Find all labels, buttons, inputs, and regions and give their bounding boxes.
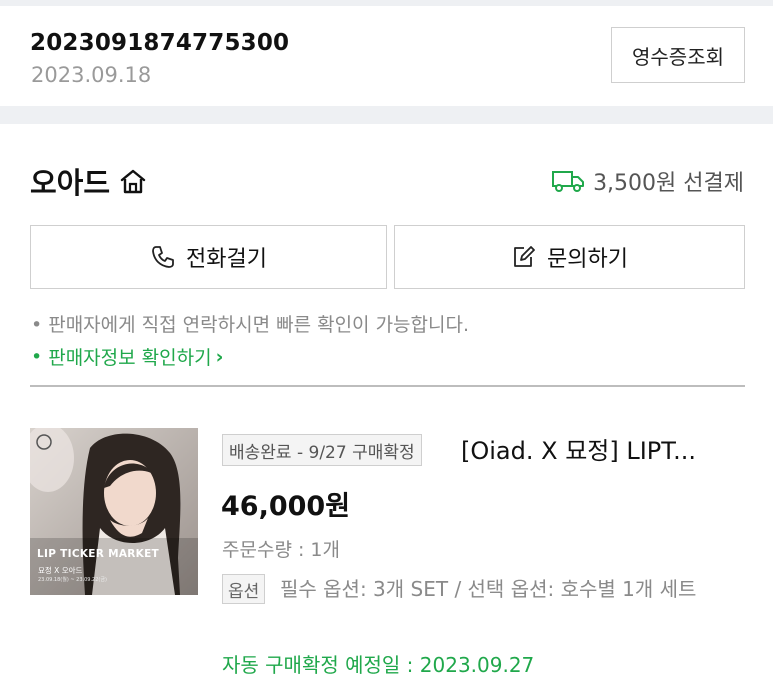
inquiry-button[interactable]: 문의하기 [394, 225, 745, 289]
product-title[interactable]: [Oiad. X 묘정] LIPT... [461, 434, 745, 468]
home-icon[interactable] [118, 166, 148, 196]
bullet: • [31, 345, 43, 368]
auto-confirm-date: 자동 구매확정 예정일 : 2023.09.27 [222, 653, 535, 677]
order-date: 2023.09.18 [31, 63, 152, 87]
order-quantity: 주문수량 : 1개 [222, 539, 340, 561]
image-date: 23.09.18(월) ~ 23.09.22(금) [38, 577, 107, 583]
seller-info-label: 판매자정보 확인하기 [48, 347, 212, 369]
store-name: 오아드 [30, 166, 111, 200]
product-thumbnail[interactable]: LIP TICKER MARKET 묘정 X 오아드 23.09.18(월) ~… [30, 428, 198, 595]
top-separator [0, 0, 773, 6]
seller-info-link[interactable]: • 판매자정보 확인하기 › [31, 343, 223, 370]
store-header[interactable]: 오아드 [30, 160, 148, 202]
section-separator [0, 106, 773, 124]
shipping-text: 3,500원 선결제 [593, 171, 744, 196]
delivery-status-badge: 배송완료 - 9/27 구매확정 [222, 434, 422, 466]
divider [30, 385, 745, 387]
shipping-fee: 3,500원 선결제 [551, 165, 744, 197]
product-price: 46,000원 [221, 491, 351, 522]
call-button[interactable]: 전화걸기 [30, 225, 387, 289]
call-label: 전화걸기 [186, 246, 267, 271]
bullet: • [31, 314, 43, 336]
image-title: LIP TICKER MARKET [37, 548, 160, 560]
notice-text: 판매자에게 직접 연락하시면 빠른 확인이 가능합니다. [48, 314, 470, 336]
option-badge: 옵션 [222, 574, 266, 604]
phone-icon [152, 246, 174, 268]
inquiry-label: 문의하기 [547, 246, 628, 271]
option-description: 필수 옵션: 3개 SET / 선택 옵션: 호수별 1개 세트 [280, 577, 697, 601]
edit-icon [514, 246, 535, 267]
contact-notice: • 판매자에게 직접 연락하시면 빠른 확인이 가능합니다. [31, 310, 469, 337]
order-number: 2023091874775300 [30, 30, 290, 56]
receipt-lookup-button[interactable]: 영수증조회 [611, 27, 745, 83]
truck-icon [552, 171, 585, 192]
chevron-right-icon: › [215, 345, 224, 368]
image-subtitle: 묘정 X 오아드 [38, 566, 83, 575]
